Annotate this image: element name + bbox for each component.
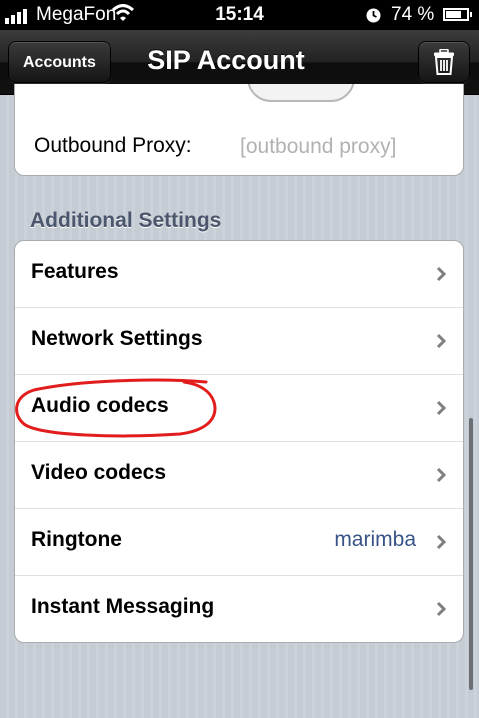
trash-icon bbox=[434, 49, 454, 75]
toggle-switch[interactable] bbox=[247, 84, 355, 102]
chevron-right-icon bbox=[436, 266, 446, 282]
sip-settings-group: Outbound Proxy: bbox=[14, 84, 464, 176]
row-label: Instant Messaging bbox=[31, 595, 215, 618]
accounts-back-button[interactable]: Accounts bbox=[8, 41, 111, 83]
settings-row-video-codecs[interactable]: Video codecs bbox=[15, 441, 463, 508]
row-label: Audio codecs bbox=[31, 394, 169, 417]
ringtone-value: marimba bbox=[334, 528, 416, 551]
chevron-right-icon bbox=[436, 400, 446, 416]
rotation-lock-icon bbox=[366, 8, 381, 23]
chevron-right-icon bbox=[436, 601, 446, 617]
page-title: SIP Account bbox=[147, 45, 305, 75]
settings-row-audio-codecs[interactable]: Audio codecs bbox=[15, 374, 463, 441]
battery-icon bbox=[443, 8, 472, 21]
row-label: Network Settings bbox=[31, 327, 203, 350]
delete-account-button[interactable] bbox=[418, 41, 470, 83]
outbound-proxy-input[interactable] bbox=[240, 135, 450, 159]
chevron-right-icon bbox=[436, 333, 446, 349]
battery-percent: 74 % bbox=[391, 4, 435, 25]
settings-row-ringtone[interactable]: Ringtone marimba bbox=[15, 508, 463, 575]
row-label: Video codecs bbox=[31, 461, 167, 484]
additional-settings-group: Features Network Settings Audio codecs V… bbox=[14, 240, 464, 643]
outbound-proxy-label: Outbound Proxy: bbox=[34, 134, 192, 157]
row-label: Features bbox=[31, 260, 119, 283]
settings-row-features[interactable]: Features bbox=[15, 241, 463, 307]
settings-row-instant-messaging[interactable]: Instant Messaging bbox=[15, 575, 463, 642]
scroll-indicator bbox=[469, 418, 473, 690]
row-label: Ringtone bbox=[31, 528, 122, 551]
battery-level-fill bbox=[446, 11, 461, 18]
chevron-right-icon bbox=[436, 534, 446, 550]
status-bar: MegaFon 15:14 74 % bbox=[0, 0, 479, 30]
section-header-additional-settings: Additional Settings bbox=[30, 209, 222, 232]
settings-row-network-settings[interactable]: Network Settings bbox=[15, 307, 463, 374]
chevron-right-icon bbox=[436, 467, 446, 483]
